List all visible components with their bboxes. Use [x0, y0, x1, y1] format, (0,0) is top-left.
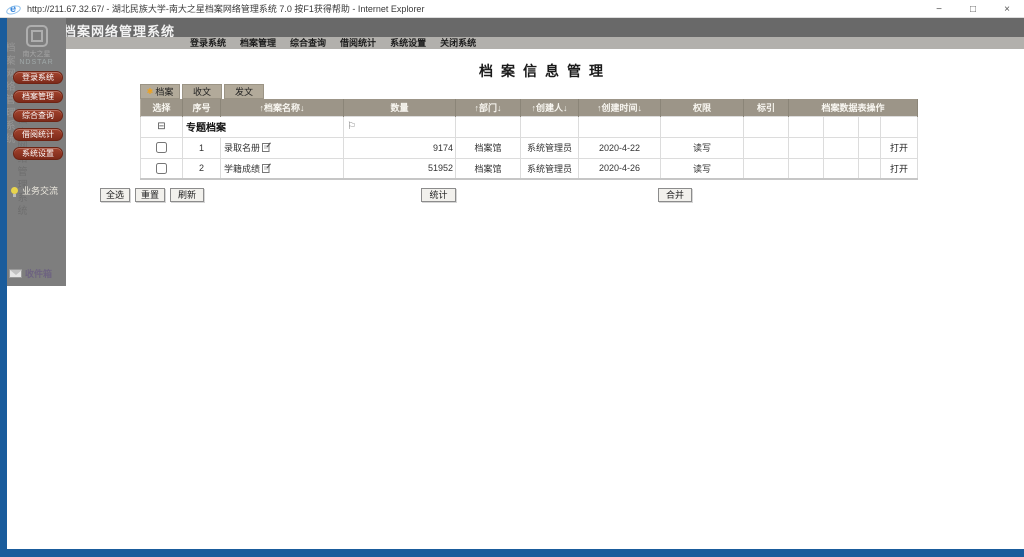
archive-created: 2020-4-22 [578, 136, 661, 159]
col-index: 标引 [743, 99, 789, 116]
browser-window: e http://211.67.32.67/ - 湖北民族大学-南大之星档案网络… [0, 0, 1024, 557]
menu-item-stats[interactable]: 借阅统计 [340, 37, 376, 49]
minimize-button[interactable]: − [932, 4, 946, 15]
tab-archive-label: 档案 [155, 87, 174, 97]
window-controls: − □ × [932, 0, 1014, 18]
flag-icon: ⚐ [347, 121, 356, 132]
col-department-sort[interactable]: ↑部门↓ [455, 99, 521, 116]
col-select: 选择 [140, 99, 183, 116]
window-title: http://211.67.32.67/ - 湖北民族大学-南大之星档案网络管理… [27, 4, 425, 14]
col-quantity: 数量 [343, 99, 456, 116]
op-cell [788, 136, 824, 159]
reset-button[interactable]: 重置 [135, 188, 165, 202]
col-created-sort[interactable]: ↑创建时间↓ [578, 99, 661, 116]
sidebar-item-archive[interactable]: 档案管理 [13, 90, 63, 103]
tab-received-docs[interactable]: 收文 [182, 84, 222, 99]
logo-subtitle: NDSTAR [19, 59, 54, 66]
col-number: 序号 [182, 99, 221, 116]
close-button[interactable]: × [1000, 4, 1014, 15]
inbox-link[interactable]: 收件箱 [9, 267, 52, 280]
op-cell [858, 157, 881, 180]
collapse-icon[interactable]: ⊟ [157, 121, 165, 132]
document-edit-icon [262, 142, 271, 154]
archive-name[interactable]: 学籍成绩 [224, 164, 260, 174]
tab-bar: ✱ 档案 收文 发文 [140, 84, 264, 99]
archive-name[interactable]: 录取名册 [224, 143, 260, 153]
archive-created: 2020-4-26 [578, 157, 661, 180]
business-exchange-link[interactable]: 业务交流 [11, 184, 58, 197]
merge-button[interactable]: 合并 [658, 188, 692, 202]
titlebar: e http://211.67.32.67/ - 湖北民族大学-南大之星档案网络… [0, 0, 1024, 18]
envelope-icon [9, 269, 22, 278]
internet-explorer-icon: e [6, 2, 20, 16]
archive-quantity: 51952 [343, 157, 456, 180]
row-checkbox[interactable] [156, 142, 167, 154]
open-link[interactable]: 打开 [890, 143, 908, 153]
active-tab-icon: ✱ [146, 86, 154, 96]
row-number: 1 [182, 136, 221, 159]
menubar: 登录系统 档案管理 综合查询 借阅统计 系统设置 关闭系统 [66, 37, 1024, 49]
table-row: 1 录取名册 9174 档案馆 系统管理员 2020-4-22 读写 打开 [140, 136, 919, 159]
col-creator-sort[interactable]: ↑创建人↓ [520, 99, 579, 116]
archive-permission: 读写 [660, 136, 744, 159]
tab-sent-docs[interactable]: 发文 [224, 84, 264, 99]
col-operations: 档案数据表操作 [787, 99, 919, 116]
statistics-button[interactable]: 统计 [421, 188, 456, 202]
logo-title: 南大之星 [22, 51, 51, 58]
group-label: 专题档案 [186, 123, 226, 134]
col-name-sort[interactable]: ↑档案名称↓ [220, 99, 344, 116]
open-link[interactable]: 打开 [890, 164, 908, 174]
table-row: 2 学籍成绩 51952 档案馆 系统管理员 2020-4-26 读写 打开 [140, 157, 919, 180]
tab-sent-label: 发文 [234, 87, 253, 97]
menu-item-login[interactable]: 登录系统 [190, 37, 226, 49]
sidebar-item-borrow-stats[interactable]: 借阅统计 [13, 128, 63, 141]
menu-item-query[interactable]: 综合查询 [290, 37, 326, 49]
sidebar: 档案网络管理系统 档案网络管理系统 南大之星 NDSTAR 登录系统 档案管理 … [3, 18, 66, 286]
sidebar-item-login[interactable]: 登录系统 [13, 71, 63, 84]
menu-item-archive[interactable]: 档案管理 [240, 37, 276, 49]
maximize-button[interactable]: □ [966, 4, 980, 15]
group-row: ⊟ 专题档案 ⚐ [140, 115, 919, 138]
op-cell [823, 136, 859, 159]
menu-item-exit[interactable]: 关闭系统 [440, 37, 476, 49]
archive-table: 选择 序号 ↑档案名称↓ 数量 ↑部门↓ ↑创建人↓ ↑创建时间↓ 权限 标引 … [140, 99, 919, 180]
bulb-icon [11, 187, 18, 197]
tab-archive[interactable]: ✱ 档案 [140, 84, 180, 99]
op-cell [858, 136, 881, 159]
business-exchange-label: 业务交流 [22, 186, 59, 196]
archive-department: 档案馆 [455, 136, 521, 159]
op-cell [788, 157, 824, 180]
refresh-button[interactable]: 刷新 [170, 188, 204, 202]
page-title: 档案信息管理 [479, 63, 611, 79]
row-checkbox[interactable] [156, 162, 167, 174]
select-all-button[interactable]: 全选 [100, 188, 130, 202]
menu-item-settings[interactable]: 系统设置 [390, 37, 426, 49]
sidebar-item-settings[interactable]: 系统设置 [13, 147, 63, 160]
ndstar-logo-icon [25, 25, 48, 47]
inbox-label: 收件箱 [25, 269, 53, 279]
archive-creator: 系统管理员 [520, 136, 579, 159]
col-permission: 权限 [660, 99, 744, 116]
sidebar-item-query[interactable]: 综合查询 [13, 109, 63, 122]
archive-quantity: 9174 [343, 136, 456, 159]
table-header-row: 选择 序号 ↑档案名称↓ 数量 ↑部门↓ ↑创建人↓ ↑创建时间↓ 权限 标引 … [140, 99, 919, 116]
archive-index [743, 157, 789, 180]
document-edit-icon [262, 163, 271, 175]
bottom-frame-edge [0, 549, 1024, 557]
left-frame-edge [0, 18, 7, 557]
row-number: 2 [182, 157, 221, 180]
main-content: 档案信息管理 ✱ 档案 收文 发文 选择 序号 ↑档案名称↓ 数量 ↑部门↓ ↑… [66, 49, 1024, 549]
tab-received-label: 收文 [192, 87, 211, 97]
logo: 南大之星 NDSTAR [7, 25, 66, 66]
archive-department: 档案馆 [455, 157, 521, 180]
archive-permission: 读写 [660, 157, 744, 180]
op-cell [823, 157, 859, 180]
archive-index [743, 136, 789, 159]
archive-creator: 系统管理员 [520, 157, 579, 180]
